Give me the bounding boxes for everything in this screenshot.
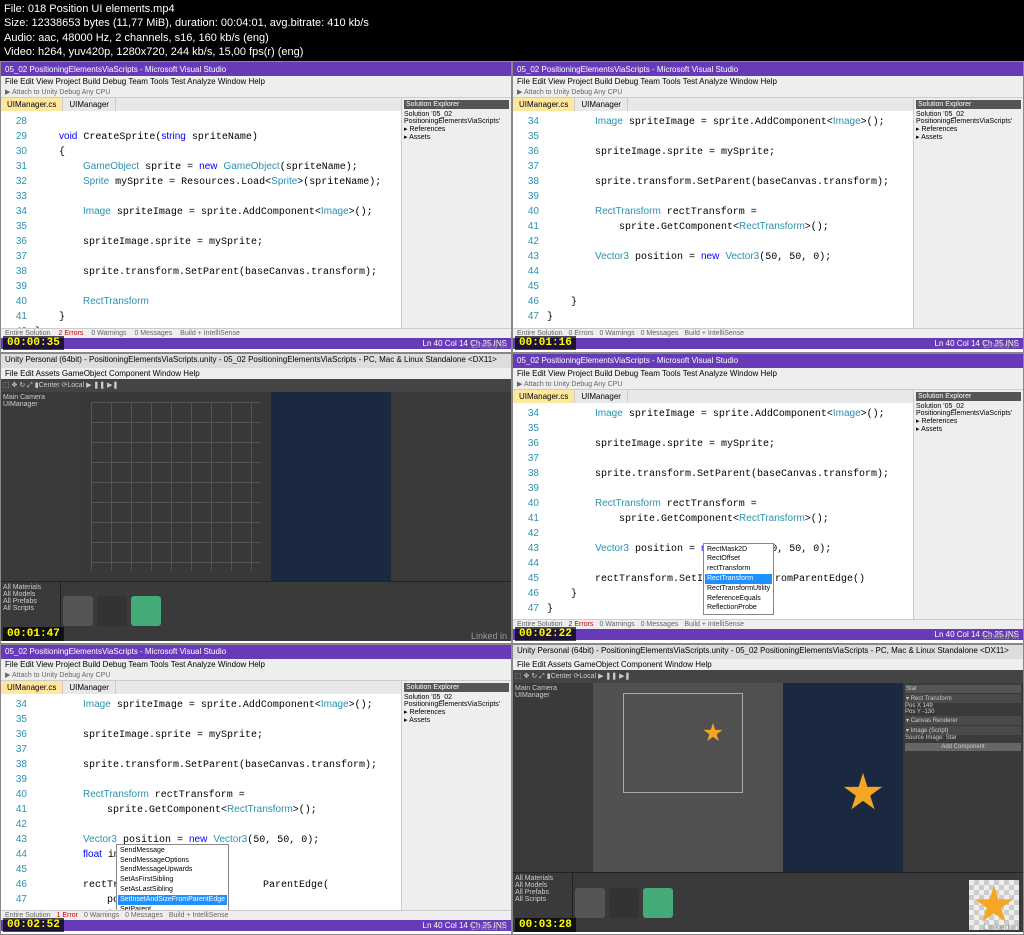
add-component-button[interactable]: Add Component xyxy=(905,743,1021,751)
unity-titlebar: Unity Personal (64bit) - PositioningElem… xyxy=(1,354,511,368)
project-panel[interactable]: All MaterialsAll ModelsAll PrefabsAll Sc… xyxy=(1,581,511,641)
code-editor[interactable]: 34 Image spriteImage = sprite.AddCompone… xyxy=(513,403,913,619)
inspector-panel[interactable]: Star ▾ Rect Transform Pos X 149 Pos Y -1… xyxy=(903,683,1023,872)
code-editor[interactable]: 34 Image spriteImage = sprite.AddCompone… xyxy=(513,111,913,327)
autocomplete-popup[interactable]: RectMask2DRectOffsetrectTransformRectTra… xyxy=(703,543,774,616)
frame-3-unity: Unity Personal (64bit) - PositioningElem… xyxy=(0,353,512,644)
timestamp: 00:00:35 xyxy=(3,336,64,350)
unity-icon[interactable] xyxy=(97,596,127,626)
folder-icon[interactable] xyxy=(63,596,93,626)
scene-view[interactable] xyxy=(593,683,783,872)
frame-5: 05_02 PositioningElementsViaScripts - Mi… xyxy=(0,644,512,935)
hierarchy-panel[interactable]: Main CameraUIManager xyxy=(1,392,81,581)
frame-1: 05_02 PositioningElementsViaScripts - Mi… xyxy=(0,61,512,352)
game-view[interactable] xyxy=(783,683,903,872)
error-list[interactable]: Entire Solution 2 Errors 0 Warnings 0 Me… xyxy=(1,328,511,338)
tab-bar[interactable]: UIManager.cs UIManager xyxy=(1,98,401,111)
frame-4: 05_02 PositioningElementsViaScripts - Mi… xyxy=(512,353,1024,644)
tab-2[interactable]: UIManager xyxy=(63,98,116,111)
thumbnail-grid: 05_02 PositioningElementsViaScripts - Mi… xyxy=(0,61,1024,935)
scene-view[interactable] xyxy=(81,392,271,581)
file-header: File: 018 Position UI elements.mp4 Size:… xyxy=(0,0,1024,61)
frame-2: 05_02 PositioningElementsViaScripts - Mi… xyxy=(512,61,1024,352)
hierarchy-panel[interactable]: Main CameraUIManager xyxy=(513,683,593,872)
tab-active[interactable]: UIManager.cs xyxy=(1,98,63,111)
frame-6-unity: Unity Personal (64bit) - PositioningElem… xyxy=(512,644,1024,935)
vs-menu[interactable]: File Edit View Project Build Debug Team … xyxy=(1,76,511,87)
game-view[interactable] xyxy=(271,392,391,581)
vs-titlebar: 05_02 PositioningElementsViaScripts - Mi… xyxy=(1,62,511,76)
unity-toolbar[interactable]: ⬚ ✥ ↻ ⤢ ▮Center ⟳Local ▶ ❚❚ ▶❚ xyxy=(1,379,511,392)
solution-explorer[interactable]: Solution Explorer Solution '05_02 Positi… xyxy=(401,98,511,327)
star-sprite-game xyxy=(843,773,883,813)
autocomplete-popup[interactable]: SendMessageSendMessageOptionsSendMessage… xyxy=(116,844,229,910)
cs-icon[interactable] xyxy=(131,596,161,626)
watermark: Linked in xyxy=(471,340,507,350)
star-preview-icon xyxy=(974,885,1014,925)
inspector-panel[interactable] xyxy=(391,392,511,581)
code-editor[interactable]: 28 29 void CreateSprite(string spriteNam… xyxy=(1,111,401,327)
vs-toolbar[interactable]: ▶ Attach to Unity Debug Any CPU xyxy=(1,87,511,98)
status-bar: Ln 40 Col 14 Ch 25 INS xyxy=(1,338,511,349)
code-editor[interactable]: 34 Image spriteImage = sprite.AddCompone… xyxy=(1,694,401,910)
unity-menu[interactable]: File Edit Assets GameObject Component Wi… xyxy=(1,368,511,379)
